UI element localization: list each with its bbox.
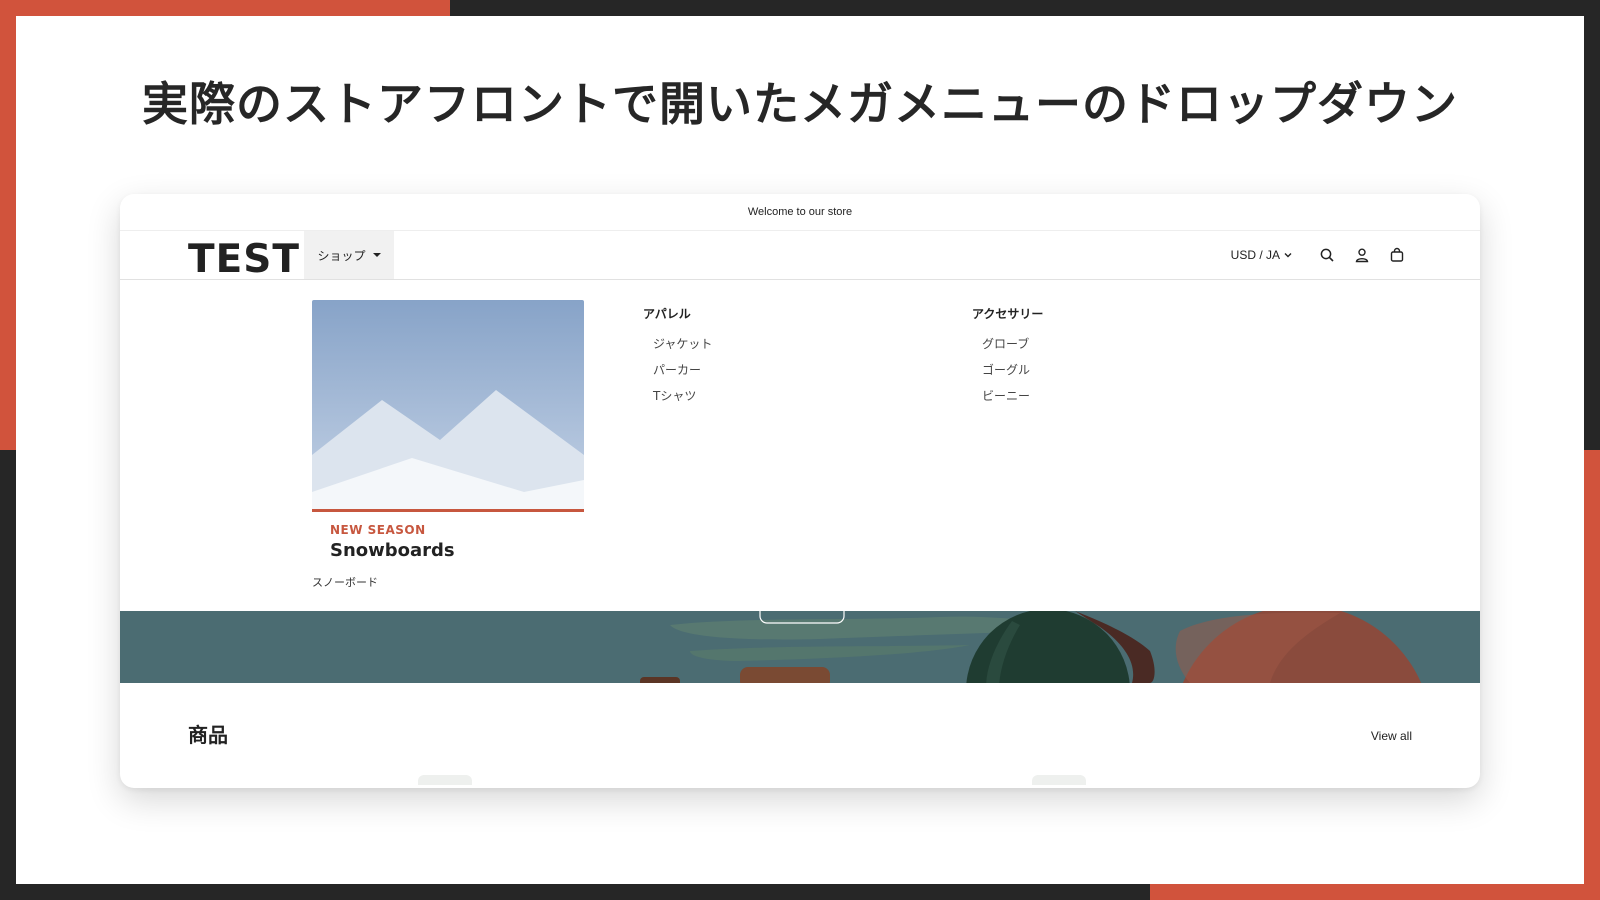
menu-item-hoodie[interactable]: パーカー <box>643 357 712 383</box>
slide-title: 実際のストアフロントで開いたメガメニューのドロップダウン <box>142 77 1458 131</box>
menu-item-tshirt[interactable]: Tシャツ <box>643 383 712 409</box>
account-icon[interactable] <box>1349 242 1375 268</box>
store-logo[interactable]: TEST <box>188 237 300 282</box>
search-icon[interactable] <box>1314 242 1340 268</box>
product-card[interactable] <box>418 775 472 785</box>
menu-heading-apparel[interactable]: アパレル <box>643 305 712 322</box>
promo-eyebrow: NEW SEASON <box>330 523 426 537</box>
products-section: 商品 View all <box>120 683 1480 785</box>
locale-selector[interactable]: USD / JA <box>1231 248 1293 262</box>
store-header: TEST ショップ USD / JA <box>120 231 1480 282</box>
accent-bar-right <box>1584 450 1600 900</box>
menu-item-gloves[interactable]: グローブ <box>972 331 1043 357</box>
nav-shop-label: ショップ <box>317 248 366 263</box>
promo-image[interactable] <box>312 300 584 512</box>
cart-icon[interactable] <box>1384 242 1410 268</box>
menu-column-accessories: アクセサリー グローブ ゴーグル ビーニー <box>972 305 1043 409</box>
hero-illustration <box>120 611 1480 683</box>
menu-item-beanie[interactable]: ビーニー <box>972 383 1043 409</box>
hero-banner <box>120 611 1480 683</box>
mega-menu-dropdown: NEW SEASON Snowboards スノーボード アパレル ジャケット … <box>120 280 1480 611</box>
header-actions: USD / JA <box>1231 231 1410 279</box>
menu-heading-accessories[interactable]: アクセサリー <box>972 305 1043 322</box>
caret-down-icon <box>372 253 381 257</box>
product-card[interactable] <box>1032 775 1086 785</box>
promo-link-snowboards[interactable]: スノーボード <box>312 574 378 590</box>
view-all-link[interactable]: View all <box>1371 729 1412 743</box>
announcement-bar: Welcome to our store <box>120 194 1480 231</box>
menu-item-jacket[interactable]: ジャケット <box>643 331 712 357</box>
accent-bar-left <box>0 0 16 450</box>
accent-bar-bottom <box>1150 884 1600 900</box>
slide: 実際のストアフロントで開いたメガメニューのドロップダウン Welcome to … <box>16 16 1584 884</box>
chevron-down-icon <box>1284 253 1292 258</box>
storefront-window: Welcome to our store TEST ショップ USD / JA <box>120 194 1480 788</box>
menu-column-apparel: アパレル ジャケット パーカー Tシャツ <box>643 305 712 409</box>
products-title: 商品 <box>188 723 228 747</box>
accent-bar-top <box>0 0 450 16</box>
promo-title[interactable]: Snowboards <box>330 540 455 561</box>
menu-item-goggles[interactable]: ゴーグル <box>972 357 1043 383</box>
locale-label: USD / JA <box>1230 248 1280 262</box>
nav-shop-dropdown[interactable]: ショップ <box>304 231 394 279</box>
